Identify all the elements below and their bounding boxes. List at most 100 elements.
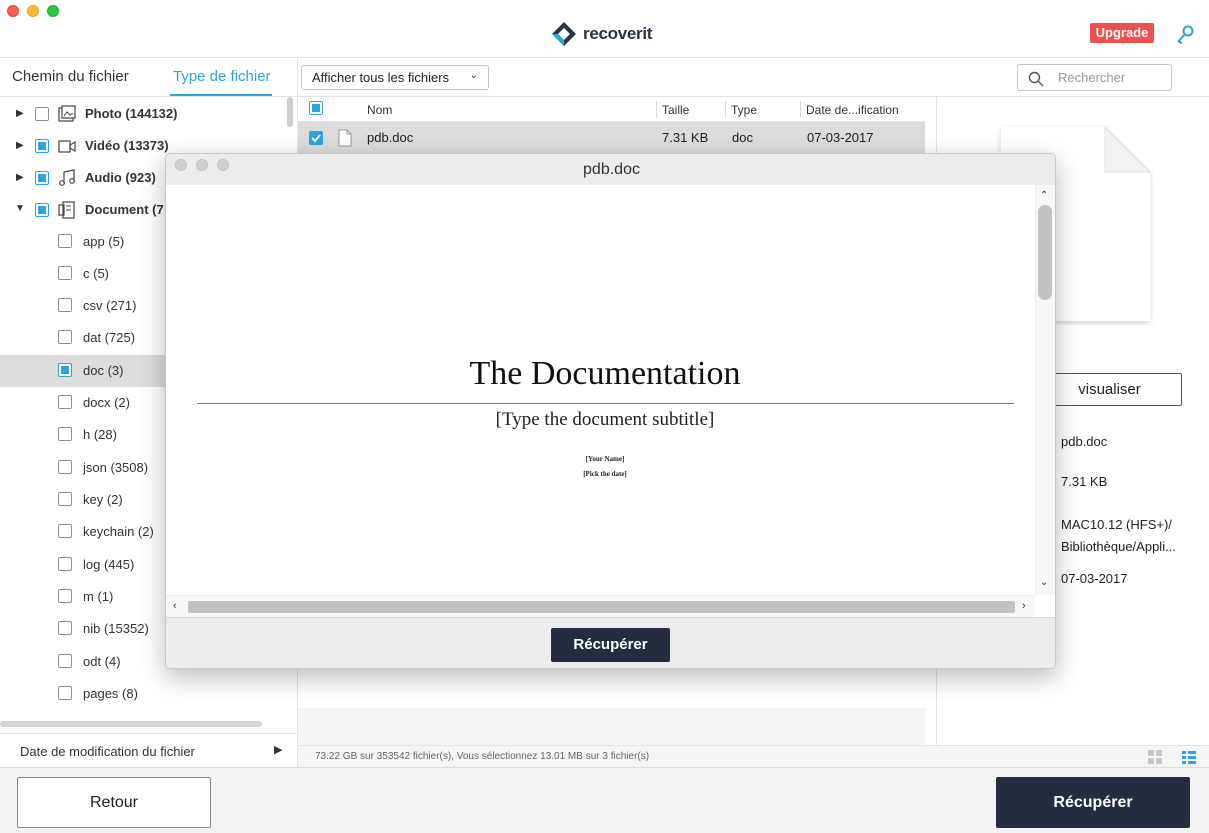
subtype-checkbox[interactable] — [58, 557, 72, 571]
column-divider[interactable] — [800, 101, 801, 118]
upgrade-button[interactable]: Upgrade — [1090, 23, 1154, 43]
subtype-label: keychain (2) — [83, 524, 154, 539]
expand-arrow-icon[interactable]: ▶ — [16, 108, 24, 119]
scroll-right-icon[interactable]: › — [1022, 600, 1026, 612]
active-tab-indicator — [170, 94, 272, 96]
scroll-down-icon[interactable]: ⌄ — [1040, 577, 1048, 588]
subtype-checkbox[interactable] — [58, 654, 72, 668]
column-type[interactable]: Type — [731, 103, 757, 117]
scroll-up-icon[interactable]: ⌃ — [1040, 190, 1048, 201]
bottom-bar: Retour Récupérer — [0, 767, 1209, 833]
chevron-down-icon: ⌄ — [469, 70, 478, 81]
subtype-label: dat (725) — [83, 330, 136, 345]
category-label: Document (7 — [85, 202, 164, 217]
sidebar-horizontal-scrollbar[interactable] — [0, 721, 262, 727]
close-window-button[interactable] — [7, 5, 19, 17]
search-box[interactable] — [1017, 64, 1172, 91]
select-all-checkbox[interactable] — [309, 101, 323, 115]
category-label: Audio (923) — [85, 170, 156, 185]
subtype-label: m (1) — [83, 589, 114, 604]
file-type: doc — [732, 130, 753, 145]
modal-title-bar: pdb.doc — [166, 154, 1055, 185]
column-name[interactable]: Nom — [367, 103, 392, 117]
document-icon — [58, 201, 75, 219]
column-size[interactable]: Taille — [662, 103, 689, 117]
zoom-window-button[interactable] — [47, 5, 59, 17]
subtype-checkbox[interactable] — [58, 460, 72, 474]
subtype-label: csv (271) — [83, 298, 137, 313]
subtype-label: doc (3) — [83, 363, 124, 378]
subtype-checkbox[interactable] — [58, 589, 72, 603]
brand-name: recoverit — [583, 24, 653, 43]
subtype-label: docx (2) — [83, 395, 130, 410]
scroll-left-icon[interactable]: ‹ — [173, 600, 177, 612]
audio-icon — [59, 169, 75, 186]
subtype-label: app (5) — [83, 234, 125, 249]
subtype-checkbox[interactable] — [58, 363, 72, 377]
date-filter-label: Date de modification du fichier — [20, 744, 195, 759]
subtype-label: log (445) — [83, 557, 135, 572]
tab-file-path[interactable]: Chemin du fichier — [12, 68, 129, 85]
video-icon — [58, 140, 76, 153]
subtype-label: odt (4) — [83, 654, 121, 669]
document-subtitle: [Type the document subtitle] — [495, 409, 715, 430]
subtype-label: h (28) — [83, 427, 117, 442]
video-checkbox[interactable] — [35, 139, 49, 153]
grid-view-icon[interactable] — [1147, 749, 1163, 765]
date-filter-row[interactable]: Date de modification du fichier ▶ — [0, 733, 298, 767]
subtype-label: c (5) — [83, 266, 109, 281]
file-name: pdb.doc — [367, 130, 414, 145]
subtype-checkbox[interactable] — [58, 395, 72, 409]
expand-arrow-icon[interactable]: ▶ — [16, 140, 24, 151]
subtype-checkbox[interactable] — [58, 686, 72, 700]
detail-date: 07-03-2017 — [1061, 571, 1128, 586]
list-view-icon[interactable] — [1181, 749, 1197, 765]
subtype-checkbox[interactable] — [58, 298, 72, 312]
back-button[interactable]: Retour — [17, 777, 211, 828]
document-title: The Documentation — [469, 355, 741, 392]
key-icon[interactable] — [1175, 24, 1195, 46]
preview-horizontal-scroll-thumb[interactable] — [188, 601, 1015, 613]
preview-horizontal-scrollbar[interactable]: ‹ › — [166, 595, 1035, 617]
file-filter-dropdown[interactable]: Afficher tous les fichiers ⌄ — [301, 65, 489, 90]
category-label: Vidéo (13373) — [85, 138, 169, 153]
column-divider[interactable] — [656, 101, 657, 118]
sidebar-vertical-scrollbar[interactable] — [287, 97, 293, 127]
subtype-checkbox[interactable] — [58, 492, 72, 506]
file-doc-icon — [338, 129, 352, 147]
expand-arrow-icon[interactable]: ▶ — [16, 172, 24, 183]
document-checkbox[interactable] — [35, 203, 49, 217]
document-date: [Pick the date] — [583, 470, 627, 478]
detail-name: pdb.doc — [1061, 434, 1108, 449]
category-photo[interactable]: ▶ Photo (144132) — [0, 98, 296, 130]
detail-path-2: Bibliothèque/Appli... — [1061, 539, 1176, 554]
subtype-checkbox[interactable] — [58, 330, 72, 344]
filter-value: Afficher tous les fichiers — [312, 70, 450, 85]
sidebar-tabs: Chemin du fichier Type de fichier — [0, 59, 298, 97]
file-size: 7.31 KB — [662, 130, 709, 145]
tab-file-type[interactable]: Type de fichier — [173, 68, 271, 85]
subtype-checkbox[interactable] — [58, 524, 72, 538]
document-author: [Your Name] — [585, 455, 625, 463]
preview-button[interactable]: visualiser — [1037, 373, 1182, 406]
subtype-checkbox[interactable] — [58, 234, 72, 248]
subtype-checkbox[interactable] — [58, 621, 72, 635]
search-input[interactable] — [1058, 70, 1163, 85]
column-date[interactable]: Date de...ification — [806, 103, 899, 117]
table-row[interactable]: pdb.doc 7.31 KB doc 07-03-2017 — [298, 122, 925, 153]
subtype-item[interactable]: pages (8) — [0, 678, 296, 710]
detail-path-1: MAC10.12 (HFS+)/ — [1061, 517, 1172, 532]
recover-button[interactable]: Récupérer — [996, 777, 1190, 828]
preview-modal: pdb.doc The Documentation [Type the docu… — [165, 153, 1056, 669]
column-divider[interactable] — [725, 101, 726, 118]
minimize-window-button[interactable] — [27, 5, 39, 17]
preview-vertical-scroll-thumb[interactable] — [1038, 205, 1052, 300]
modal-recover-button[interactable]: Récupérer — [551, 628, 670, 662]
row-checkbox[interactable] — [309, 131, 323, 145]
subtype-checkbox[interactable] — [58, 427, 72, 441]
collapse-arrow-icon[interactable]: ▼ — [15, 203, 25, 214]
audio-checkbox[interactable] — [35, 171, 49, 185]
photo-checkbox[interactable] — [35, 107, 49, 121]
subtype-checkbox[interactable] — [58, 266, 72, 280]
document-preview: The Documentation [Type the document sub… — [166, 185, 1055, 617]
